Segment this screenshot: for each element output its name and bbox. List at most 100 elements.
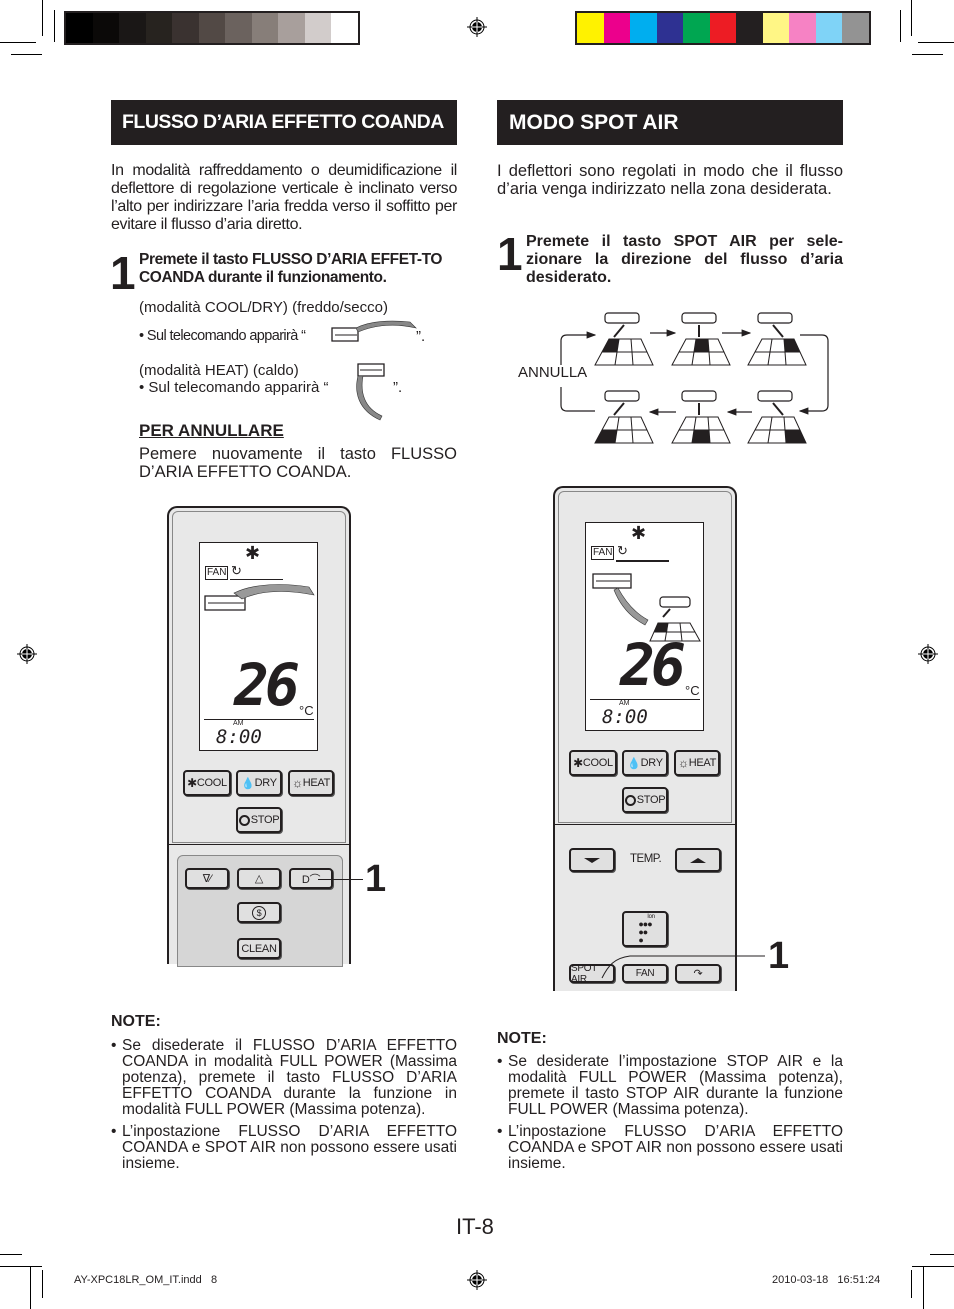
swing-vertical-button[interactable]: ∇⁄ — [185, 868, 229, 889]
display-cool-line: • Sul telecomando apparirà “ — [139, 328, 306, 344]
grayscale-swatch — [278, 13, 305, 43]
section-heading-spot-air: MODO SPOT AIR — [497, 100, 843, 145]
snowflake-icon: ✱ — [187, 776, 197, 790]
temperature-unit: °C — [685, 683, 700, 698]
temperature-readout: 26 — [620, 631, 686, 699]
section-heading-coanda: FLUSSO D’ARIA EFFETTO COANDA — [111, 100, 457, 145]
callout-line — [318, 879, 363, 880]
economy-button[interactable]: $ — [237, 902, 281, 923]
stop-button[interactable]: STOP — [236, 807, 282, 833]
lcd-display: ✱ FAN ↻ 26 °C AM 8:00 — [199, 542, 318, 751]
clock-readout: 8:00 — [602, 706, 648, 728]
color-swatch — [683, 13, 710, 43]
temperature-unit: °C — [299, 703, 314, 718]
louver-angle-icon: ∇⁄ — [202, 873, 212, 885]
triangle-down-icon — [584, 857, 600, 863]
temp-down-button[interactable] — [569, 848, 615, 872]
sun-icon: ☼ — [291, 776, 303, 790]
ion-cluster-icon: ●●● ●● ● — [638, 919, 652, 945]
display-cool-suffix: ”. — [416, 328, 426, 345]
dry-button[interactable]: 💧 DRY — [622, 750, 668, 776]
snowflake-icon: ✱ — [245, 543, 261, 563]
note-heading: NOTE: — [111, 1013, 161, 1030]
clean-button[interactable]: CLEAN — [237, 938, 281, 959]
registration-mark-icon — [918, 644, 938, 664]
callout-number: 1 — [768, 935, 790, 977]
spot-air-position-back-left — [594, 312, 654, 366]
file-info: AY-XPC18LR_OM_IT.indd 8 — [74, 1274, 218, 1286]
grayscale-swatch — [331, 13, 358, 43]
heading-text: MODO SPOT AIR — [509, 110, 679, 134]
grayscale-swatch — [119, 13, 146, 43]
selected-zone — [784, 339, 800, 352]
spot-air-intro: I deflettori sono regolati in modo che i… — [497, 162, 843, 198]
grayscale-swatch — [304, 13, 331, 43]
print-timestamp: 2010-03-18 16:51:24 — [772, 1274, 881, 1286]
cmyk-color-bar — [575, 11, 871, 45]
callout-number: 1 — [365, 858, 387, 900]
remote-control-spot-air: ✱ FAN ↻ 26 °C AM 8:00 ✱ COOL 💧 DRY ☼ HEAT S… — [553, 486, 737, 991]
fan-label: FAN — [205, 566, 229, 580]
cancel-text: Pemere nuovamente il tasto FLUSSO D’ARIA… — [139, 445, 457, 481]
circle-icon — [624, 794, 636, 806]
temp-up-button[interactable] — [675, 848, 721, 872]
dry-button[interactable]: 💧 DRY — [236, 770, 282, 796]
color-swatch — [577, 13, 604, 43]
mode-heat-label: (modalità HEAT) (caldo) — [139, 362, 299, 379]
color-swatch — [842, 13, 869, 43]
cool-button[interactable]: ✱ COOL — [569, 750, 617, 776]
color-swatch — [789, 13, 816, 43]
heat-button[interactable]: ☼ HEAT — [674, 750, 720, 776]
fan-swirl-icon: ↻ — [231, 563, 242, 578]
circle-icon — [238, 814, 250, 826]
louver-coanda-icon — [204, 584, 315, 611]
temp-label: TEMP. — [630, 853, 662, 865]
stop-button[interactable]: STOP — [622, 787, 668, 813]
color-swatch — [630, 13, 657, 43]
swing-horizontal-button[interactable]: △ — [237, 868, 281, 889]
grayscale-swatch — [225, 13, 252, 43]
step-number: 1 — [110, 247, 136, 299]
selected-zone — [694, 339, 709, 352]
heading-text: FLUSSO D’ARIA EFFETTO COANDA — [122, 111, 444, 133]
color-swatch — [656, 13, 683, 43]
clock-readout: 8:00 — [216, 726, 262, 748]
cancel-label: ANNULLA — [518, 364, 587, 381]
step-instruction: Premete il tasto FLUSSO D’ARIA EFFET-TO … — [139, 251, 443, 286]
spot-air-position-front-left — [594, 390, 654, 444]
water-drop-icon: 💧 — [241, 777, 255, 790]
grayscale-swatch — [172, 13, 199, 43]
cancel-heading: PER ANNULLARE — [139, 421, 284, 440]
note-item: • L’inpostazione FLUSSO D’ARIA EFFETTO CO… — [497, 1123, 843, 1172]
dollar-icon: $ — [252, 905, 266, 920]
heat-button[interactable]: ☼ HEAT — [288, 770, 334, 796]
ion-button[interactable]: Ion ●●● ●● ● — [622, 911, 668, 947]
fan-label: FAN — [591, 546, 615, 560]
color-swatch — [603, 13, 630, 43]
grayscale-swatch — [145, 13, 172, 43]
sun-icon: ☼ — [677, 756, 689, 770]
cool-button[interactable]: ✱ COOL — [183, 770, 231, 796]
note-item: • L’inpostazione FLUSSO D’ARIA EFFETTO CO… — [111, 1123, 457, 1172]
registration-mark-icon — [467, 1270, 487, 1290]
selected-zone — [785, 430, 806, 443]
coanda-cool-airflow-icon — [331, 320, 417, 342]
fan-swirl-icon: ↻ — [617, 543, 628, 558]
display-cool-prefix: • Sul telecomando apparirà “ — [139, 328, 306, 344]
water-drop-icon: 💧 — [627, 757, 641, 770]
coanda-heat-airflow-icon — [356, 363, 385, 421]
color-swatch — [709, 13, 736, 43]
step-instruction: Premete il tasto SPOT AIR per sele-ziona… — [526, 233, 843, 286]
snowflake-icon: ✱ — [573, 756, 583, 770]
grayscale-swatch — [251, 13, 278, 43]
grayscale-swatch — [92, 13, 119, 43]
grayscale-swatch — [66, 13, 93, 43]
spot-air-cycle-diagram: ANNULLA — [518, 312, 829, 444]
selected-zone — [602, 339, 619, 352]
snowflake-icon: ✱ — [631, 523, 647, 543]
color-swatch — [736, 13, 763, 43]
registration-mark-icon — [17, 644, 37, 664]
spot-air-position-front-center — [671, 390, 731, 444]
note-item: • Se disederate il FLUSSO D’ARIA EFFETTO … — [111, 1037, 457, 1118]
spot-air-position-back-center — [671, 312, 731, 366]
